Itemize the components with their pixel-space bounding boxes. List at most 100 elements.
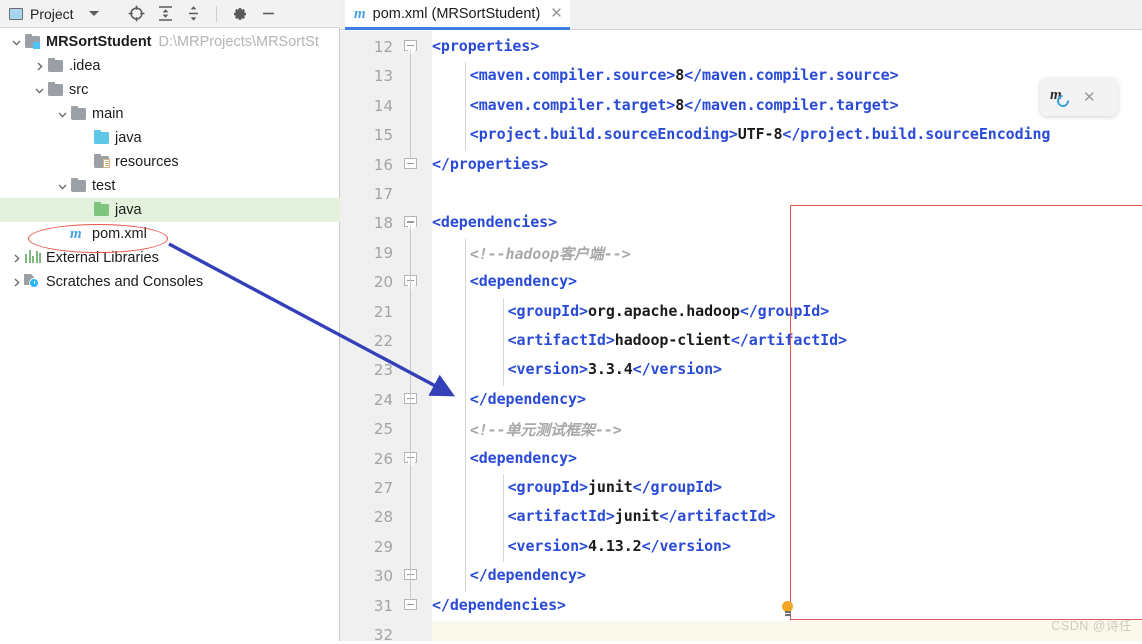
code-token-tag: </maven.compiler.source> — [684, 66, 899, 85]
chevron-down-icon[interactable] — [31, 82, 47, 98]
tree-row-label: src — [69, 82, 89, 98]
tree-row-src[interactable]: src — [0, 78, 340, 102]
code-line[interactable]: <artifactId>junit</artifactId> — [508, 507, 776, 525]
code-line[interactable]: <project.build.sourceEncoding>UTF-8</pro… — [470, 125, 1051, 143]
code-token-cmt: <!--hadoop客户端--> — [469, 244, 631, 263]
fold-connector — [410, 50, 412, 159]
chevron-down-icon[interactable] — [54, 106, 70, 122]
indent-guide — [464, 238, 466, 592]
code-line[interactable]: <maven.compiler.target>8</maven.compiler… — [470, 96, 899, 114]
code-token-txt: hadoop-client — [614, 331, 731, 349]
chevron-down-icon[interactable] — [54, 178, 70, 194]
collapse-all-icon[interactable] — [186, 5, 201, 22]
tree-row-pom-xml[interactable]: m pom.xml — [0, 222, 340, 246]
code-token-tag: </artifactId> — [730, 331, 847, 349]
tree-row--idea[interactable]: .idea — [0, 54, 340, 78]
fold-connector — [410, 285, 412, 394]
editor-tab-bar: m pom.xml (MRSortStudent) ✕ — [340, 0, 1142, 30]
project-title-label: Project — [30, 5, 74, 22]
code-line[interactable]: <groupId>junit</groupId> — [508, 478, 722, 496]
tab-pom-xml[interactable]: m pom.xml (MRSortStudent) ✕ — [345, 0, 570, 30]
code-editor[interactable]: <properties> <maven.compiler.source>8</ma… — [432, 31, 1142, 641]
tree-row-test[interactable]: test — [0, 174, 340, 198]
code-line[interactable]: <!--hadoop客户端--> — [470, 243, 631, 264]
maven-file-icon: m — [354, 5, 366, 22]
tree-row-label: External Libraries — [46, 250, 159, 266]
close-icon[interactable]: ✕ — [550, 6, 563, 21]
line-number: 16 — [373, 155, 393, 174]
line-number-gutter: 12 13 14 15 16 17 18 19 20 21 22 23 24 25 26 27 28 29 30 31… — [340, 31, 404, 644]
code-line[interactable]: </dependencies> — [432, 596, 566, 614]
expand-all-icon[interactable] — [158, 5, 173, 22]
code-line[interactable]: </dependency> — [470, 390, 586, 408]
tree-row-mrsortstudent[interactable]: MRSortStudent D:\MRProjects\MRSortSt — [0, 30, 340, 54]
folder-grey-icon — [47, 82, 64, 98]
chevron-down-icon[interactable] — [88, 11, 99, 16]
code-line[interactable]: <dependencies> — [432, 213, 557, 231]
tree-row-external-libraries[interactable]: External Libraries — [0, 246, 340, 270]
line-number: 28 — [373, 508, 393, 527]
toolbar-separator — [215, 5, 217, 22]
tree-row-label: MRSortStudent — [46, 34, 152, 50]
code-token-txt: 4.13.2 — [587, 536, 642, 555]
code-token-txt: junit — [614, 507, 660, 526]
code-token-tag: <maven.compiler.target> — [469, 95, 676, 114]
tree-row-scratches-and-consoles[interactable]: Scratches and Consoles — [0, 270, 340, 294]
line-number: 15 — [373, 126, 393, 145]
code-line[interactable]: <artifactId>hadoop-client</artifactId> — [508, 331, 847, 349]
line-number: 23 — [373, 361, 393, 380]
tree-row-main[interactable]: main — [0, 102, 340, 126]
code-line[interactable]: <maven.compiler.source>8</maven.compiler… — [470, 66, 899, 84]
locate-icon[interactable] — [128, 5, 145, 22]
lightbulb-icon[interactable] — [780, 601, 796, 619]
code-line[interactable]: <version>3.3.4</version> — [508, 360, 722, 378]
code-line[interactable]: <groupId>org.apache.hadoop</groupId> — [508, 302, 830, 320]
line-number: 20 — [373, 273, 393, 292]
code-line[interactable]: </properties> — [432, 155, 548, 173]
folder-grey-icon — [47, 58, 64, 74]
chevron-right-icon[interactable] — [8, 250, 24, 266]
code-token-tag: <artifactId> — [507, 331, 615, 349]
tree-row-java[interactable]: java — [0, 126, 340, 150]
code-line[interactable]: <version>4.13.2</version> — [508, 537, 731, 555]
code-token-tag: </project.build.sourceEncoding — [782, 125, 1051, 144]
chevron-right-icon[interactable] — [31, 58, 47, 74]
close-icon[interactable]: ✕ — [1083, 90, 1096, 105]
code-token-tag: <groupId> — [507, 301, 588, 320]
code-line[interactable]: <dependency> — [470, 272, 577, 290]
fold-end-icon[interactable] — [404, 598, 417, 612]
hide-icon[interactable] — [261, 6, 276, 21]
code-token-txt: 3.3.4 — [587, 360, 633, 379]
code-token-txt: 8 — [675, 95, 685, 114]
code-token-tag: <artifactId> — [507, 507, 615, 526]
project-title-button[interactable]: Project — [0, 6, 99, 22]
tree-row-label: test — [92, 178, 116, 194]
line-number: 14 — [373, 96, 393, 115]
code-token-tag: <project.build.sourceEncoding> — [469, 125, 738, 144]
code-folding-gutter[interactable] — [404, 31, 432, 641]
code-line[interactable]: <dependency> — [470, 449, 577, 467]
code-token-cmt: <!--单元测试框架--> — [469, 421, 622, 440]
line-number: 30 — [373, 567, 393, 586]
maven-reload-popup[interactable]: m ✕ — [1040, 78, 1118, 116]
tree-row-label: .idea — [69, 58, 101, 74]
tree-row-java[interactable]: java — [0, 198, 340, 222]
gear-icon[interactable] — [232, 6, 248, 22]
scratches-icon — [24, 274, 41, 290]
chevron-right-icon[interactable] — [8, 274, 24, 290]
fold-end-icon[interactable] — [404, 157, 417, 171]
maven-reload-icon[interactable]: m — [1050, 87, 1072, 110]
tree-row-resources[interactable]: resources — [0, 150, 340, 174]
project-tree[interactable]: MRSortStudent D:\MRProjects\MRSortSt .idea… — [0, 28, 340, 294]
code-token-tag: </groupId> — [632, 478, 722, 496]
code-token-tag: <dependencies> — [432, 213, 558, 232]
chevron-down-icon[interactable] — [8, 34, 24, 50]
project-toolbar: Project — [0, 0, 340, 28]
code-line[interactable]: <properties> — [432, 37, 539, 55]
code-line[interactable]: </dependency> — [470, 566, 586, 584]
code-line[interactable]: <!--单元测试框架--> — [470, 419, 622, 440]
code-token-tag: <dependency> — [469, 448, 577, 467]
code-token-tag: <groupId> — [507, 478, 588, 496]
line-number: 25 — [373, 420, 393, 439]
